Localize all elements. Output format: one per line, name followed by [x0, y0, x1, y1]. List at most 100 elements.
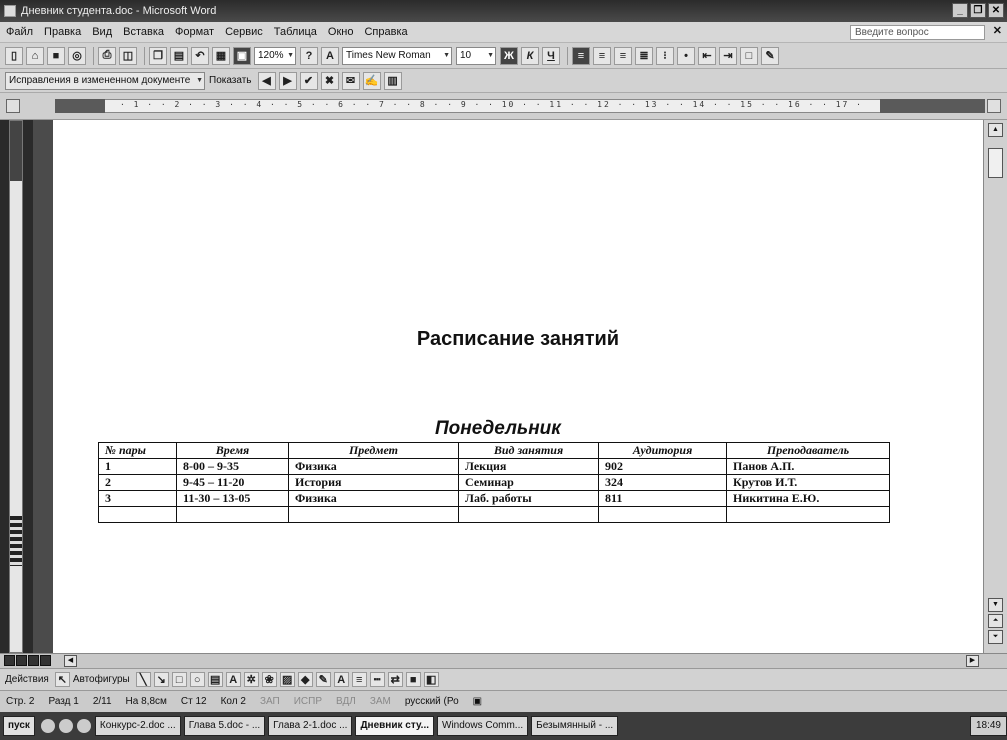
word-app-icon[interactable] — [4, 5, 16, 17]
arrow-style-icon[interactable]: ⇄ — [387, 672, 403, 687]
numbered-list-icon[interactable]: ⁝ — [656, 46, 674, 65]
normal-view-icon[interactable] — [4, 655, 15, 666]
dash-style-icon[interactable]: ┅ — [369, 672, 385, 687]
insert-comment-icon[interactable]: ✉ — [341, 71, 360, 90]
reject-change-icon[interactable]: ✖ — [320, 71, 339, 90]
table-cell[interactable]: 2 — [98, 474, 177, 491]
shadow-icon[interactable]: ■ — [405, 672, 421, 687]
line-icon[interactable]: ╲ — [135, 672, 151, 687]
rectangle-icon[interactable]: □ — [171, 672, 187, 687]
arrow-icon[interactable]: ↘ — [153, 672, 169, 687]
align-right-icon[interactable]: ≡ — [614, 46, 632, 65]
restore-button[interactable]: ❐ — [970, 3, 986, 18]
table-icon[interactable]: ▦ — [212, 46, 230, 65]
status-ovr[interactable]: ЗАМ — [370, 696, 391, 707]
autoshapes-menu[interactable]: Автофигуры — [73, 674, 130, 685]
taskbar-item[interactable]: Windows Comm... — [437, 716, 529, 736]
next-page-icon[interactable]: ⏷ — [988, 630, 1003, 644]
right-margin-marker[interactable] — [880, 99, 985, 113]
taskbar-item[interactable]: Конкурс-2.doc ... — [94, 716, 181, 736]
status-trk[interactable]: ИСПР — [294, 696, 322, 707]
accept-change-icon[interactable]: ✔ — [299, 71, 318, 90]
header-subject[interactable]: Предмет — [288, 442, 459, 459]
quicklaunch-desktop-icon[interactable] — [76, 719, 91, 733]
spelling-status-icon[interactable]: ▣ — [473, 696, 482, 707]
document-map-icon[interactable]: ▣ — [233, 46, 251, 65]
help-question-input[interactable]: Введите вопрос — [850, 25, 985, 40]
clipart-icon[interactable]: ❀ — [261, 672, 277, 687]
menu-view[interactable]: Вид — [92, 26, 112, 38]
fill-color-icon[interactable]: ◆ — [297, 672, 313, 687]
bold-button[interactable]: Ж — [500, 46, 518, 65]
table-cell[interactable]: Лаб. работы — [458, 490, 599, 507]
font-size-select[interactable]: 10 — [456, 46, 496, 65]
header-time[interactable]: Время — [176, 442, 289, 459]
web-view-icon[interactable] — [16, 655, 27, 666]
next-change-icon[interactable]: ▶ — [278, 71, 297, 90]
table-cell[interactable]: Лекция — [458, 458, 599, 475]
zoom-select[interactable]: 120% — [254, 46, 296, 65]
left-margin-marker[interactable] — [55, 99, 105, 113]
table-cell[interactable]: Физика — [288, 490, 459, 507]
3d-icon[interactable]: ◧ — [423, 672, 439, 687]
table-cell[interactable]: 902 — [598, 458, 727, 475]
menu-help[interactable]: Справка — [364, 26, 407, 38]
top-margin-marker[interactable] — [10, 121, 22, 181]
table-cell[interactable] — [288, 506, 459, 523]
save-icon[interactable]: ■ — [47, 46, 65, 65]
justify-icon[interactable]: ≣ — [635, 46, 653, 65]
menu-window[interactable]: Окно — [328, 26, 354, 38]
table-cell[interactable]: 8-00 – 9-35 — [176, 458, 289, 475]
outline-view-icon[interactable] — [40, 655, 51, 666]
status-ext[interactable]: ВДЛ — [336, 696, 356, 707]
menu-file[interactable]: Файл — [6, 26, 33, 38]
align-center-icon[interactable]: ≡ — [593, 46, 611, 65]
new-document-icon[interactable]: ▯ — [5, 46, 23, 65]
schedule-table[interactable]: № пары Время Предмет Вид занятия Аудитор… — [98, 442, 890, 523]
decrease-indent-icon[interactable]: ⇤ — [698, 46, 716, 65]
increase-indent-icon[interactable]: ⇥ — [719, 46, 737, 65]
permission-icon[interactable]: ◎ — [68, 46, 86, 65]
table-cell[interactable]: 1 — [98, 458, 177, 475]
bullet-list-icon[interactable]: • — [677, 46, 695, 65]
show-menu[interactable]: Показать — [209, 75, 252, 86]
copy-icon[interactable]: ❐ — [149, 46, 167, 65]
underline-button[interactable]: Ч — [542, 46, 560, 65]
scroll-down-arrow-icon[interactable]: ▼ — [988, 598, 1003, 612]
close-document-icon[interactable]: ✕ — [993, 24, 1002, 37]
picture-icon[interactable]: ▨ — [279, 672, 295, 687]
header-teacher[interactable]: Преподаватель — [726, 442, 890, 459]
scroll-left-arrow-icon[interactable]: ◀ — [64, 655, 77, 667]
table-cell[interactable]: 9-45 – 11-20 — [176, 474, 289, 491]
track-changes-icon[interactable]: ✍ — [362, 71, 381, 90]
previous-change-icon[interactable]: ◀ — [257, 71, 276, 90]
font-color-icon[interactable]: A — [333, 672, 349, 687]
taskbar-item-active[interactable]: Дневник сту... — [355, 716, 435, 736]
scrollbar-thumb[interactable] — [988, 148, 1003, 178]
table-cell[interactable]: Панов А.П. — [726, 458, 890, 475]
header-pair-number[interactable]: № пары — [98, 442, 177, 459]
table-cell[interactable]: Физика — [288, 458, 459, 475]
paste-icon[interactable]: ▤ — [170, 46, 188, 65]
table-cell[interactable] — [598, 506, 727, 523]
taskbar-item[interactable]: Глава 2-1.doc ... — [268, 716, 353, 736]
table-cell[interactable] — [98, 506, 177, 523]
oval-icon[interactable]: ○ — [189, 672, 205, 687]
view-ruler-button[interactable] — [987, 99, 1001, 113]
borders-icon[interactable]: □ — [740, 46, 758, 65]
vertical-scrollbar[interactable]: ▲ ▼ ⏶ ⏷ — [983, 120, 1007, 653]
system-tray-clock[interactable]: 18:49 — [969, 716, 1007, 736]
close-button[interactable]: ✕ — [988, 3, 1004, 18]
table-cell[interactable]: История — [288, 474, 459, 491]
undo-icon[interactable]: ↶ — [191, 46, 209, 65]
table-cell[interactable]: 11-30 – 13-05 — [176, 490, 289, 507]
open-icon[interactable]: ⌂ — [26, 46, 44, 65]
menu-edit[interactable]: Правка — [44, 26, 81, 38]
scroll-up-arrow-icon[interactable]: ▲ — [988, 123, 1003, 137]
menu-table[interactable]: Таблица — [274, 26, 317, 38]
table-cell[interactable] — [458, 506, 599, 523]
taskbar-item[interactable]: Глава 5.doc - ... — [183, 716, 266, 736]
wordart-icon[interactable]: A — [225, 672, 241, 687]
menu-tools[interactable]: Сервис — [225, 26, 263, 38]
scroll-right-arrow-icon[interactable]: ▶ — [966, 655, 979, 667]
